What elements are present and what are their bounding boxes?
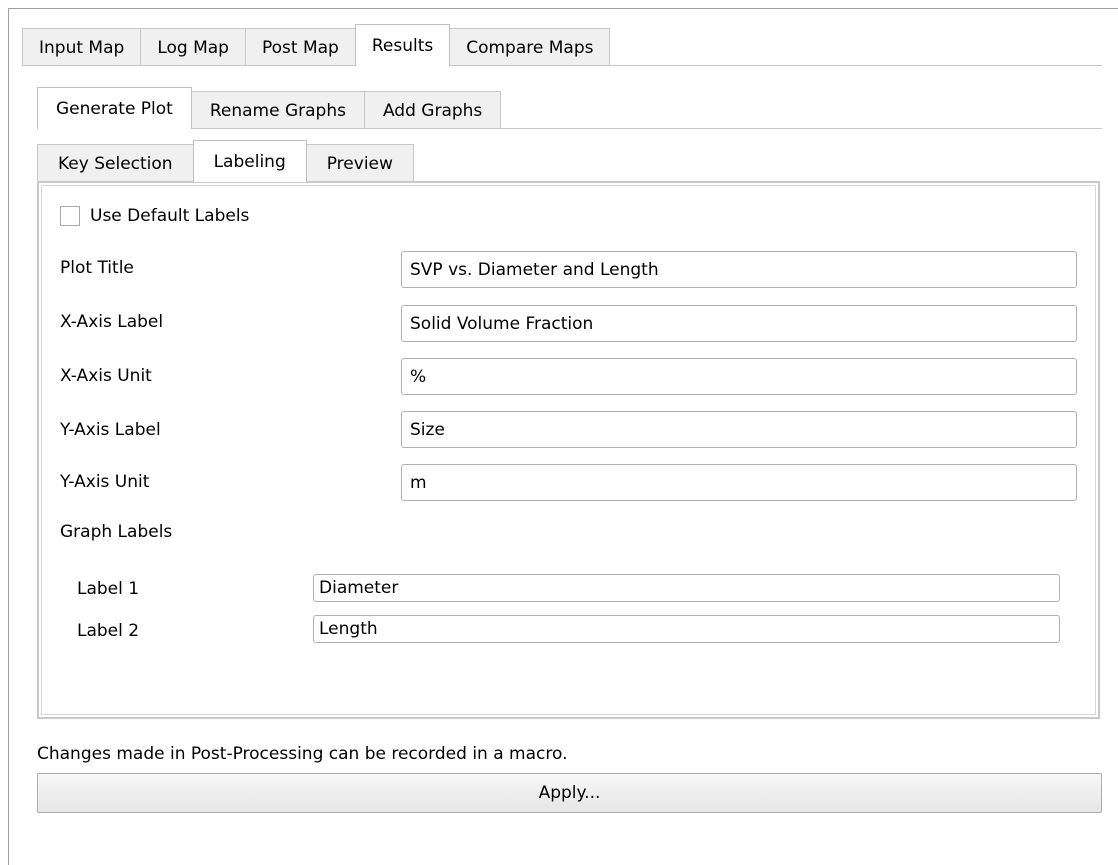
tab-label: Generate Plot: [56, 98, 173, 119]
tab-label: Preview: [326, 153, 393, 174]
main-tab-divider: [22, 65, 1102, 66]
x-axis-unit-input[interactable]: [401, 358, 1077, 395]
inner-tab-bar: Key Selection Labeling Preview: [37, 140, 414, 182]
tab-results[interactable]: Results: [354, 24, 451, 66]
y-axis-unit-input[interactable]: [401, 464, 1077, 501]
graph-label-2-label: Label 2: [77, 621, 140, 641]
use-default-labels-row[interactable]: Use Default Labels: [60, 206, 249, 226]
tab-label: Results: [371, 35, 434, 56]
tab-log-map[interactable]: Log Map: [140, 28, 246, 66]
tab-input-map[interactable]: Input Map: [22, 28, 142, 66]
tab-generate-plot[interactable]: Generate Plot: [37, 87, 192, 129]
sub-tab-bar: Generate Plot Rename Graphs Add Graphs: [37, 87, 502, 129]
y-axis-label-input[interactable]: [401, 411, 1077, 448]
y-axis-unit-label: Y-Axis Unit: [60, 472, 150, 492]
tab-label: Input Map: [39, 37, 125, 58]
use-default-labels-label: Use Default Labels: [90, 206, 250, 226]
tab-label: Key Selection: [58, 153, 173, 174]
x-axis-unit-label: X-Axis Unit: [60, 366, 152, 386]
graph-label-1-input[interactable]: [313, 574, 1060, 602]
tab-preview[interactable]: Preview: [305, 144, 414, 182]
use-default-labels-checkbox[interactable]: [60, 206, 80, 226]
apply-button[interactable]: Apply...: [37, 773, 1102, 813]
tab-label: Log Map: [157, 37, 229, 58]
tab-label: Rename Graphs: [209, 100, 346, 121]
tab-compare-maps[interactable]: Compare Maps: [449, 28, 611, 66]
tab-labeling[interactable]: Labeling: [192, 140, 307, 182]
tab-label: Labeling: [213, 151, 286, 172]
tab-rename-graphs[interactable]: Rename Graphs: [190, 91, 365, 129]
graph-labels-heading: Graph Labels: [60, 522, 173, 542]
tab-label: Add Graphs: [382, 100, 483, 121]
tab-key-selection[interactable]: Key Selection: [37, 144, 194, 182]
x-axis-label-label: X-Axis Label: [60, 312, 164, 332]
main-tab-bar: Input Map Log Map Post Map Results Compa…: [22, 24, 611, 66]
sub-tab-divider: [37, 128, 1102, 129]
plot-title-input[interactable]: [401, 251, 1077, 288]
tab-label: Post Map: [261, 37, 339, 58]
graph-label-1-label: Label 1: [77, 579, 140, 599]
tab-label: Compare Maps: [466, 37, 594, 58]
macro-note: Changes made in Post-Processing can be r…: [37, 744, 568, 764]
plot-title-label: Plot Title: [60, 258, 134, 278]
tab-add-graphs[interactable]: Add Graphs: [363, 91, 502, 129]
x-axis-label-input[interactable]: [401, 305, 1077, 342]
graph-label-2-input[interactable]: [313, 615, 1060, 643]
tab-post-map[interactable]: Post Map: [244, 28, 356, 66]
y-axis-label-label: Y-Axis Label: [60, 420, 161, 440]
